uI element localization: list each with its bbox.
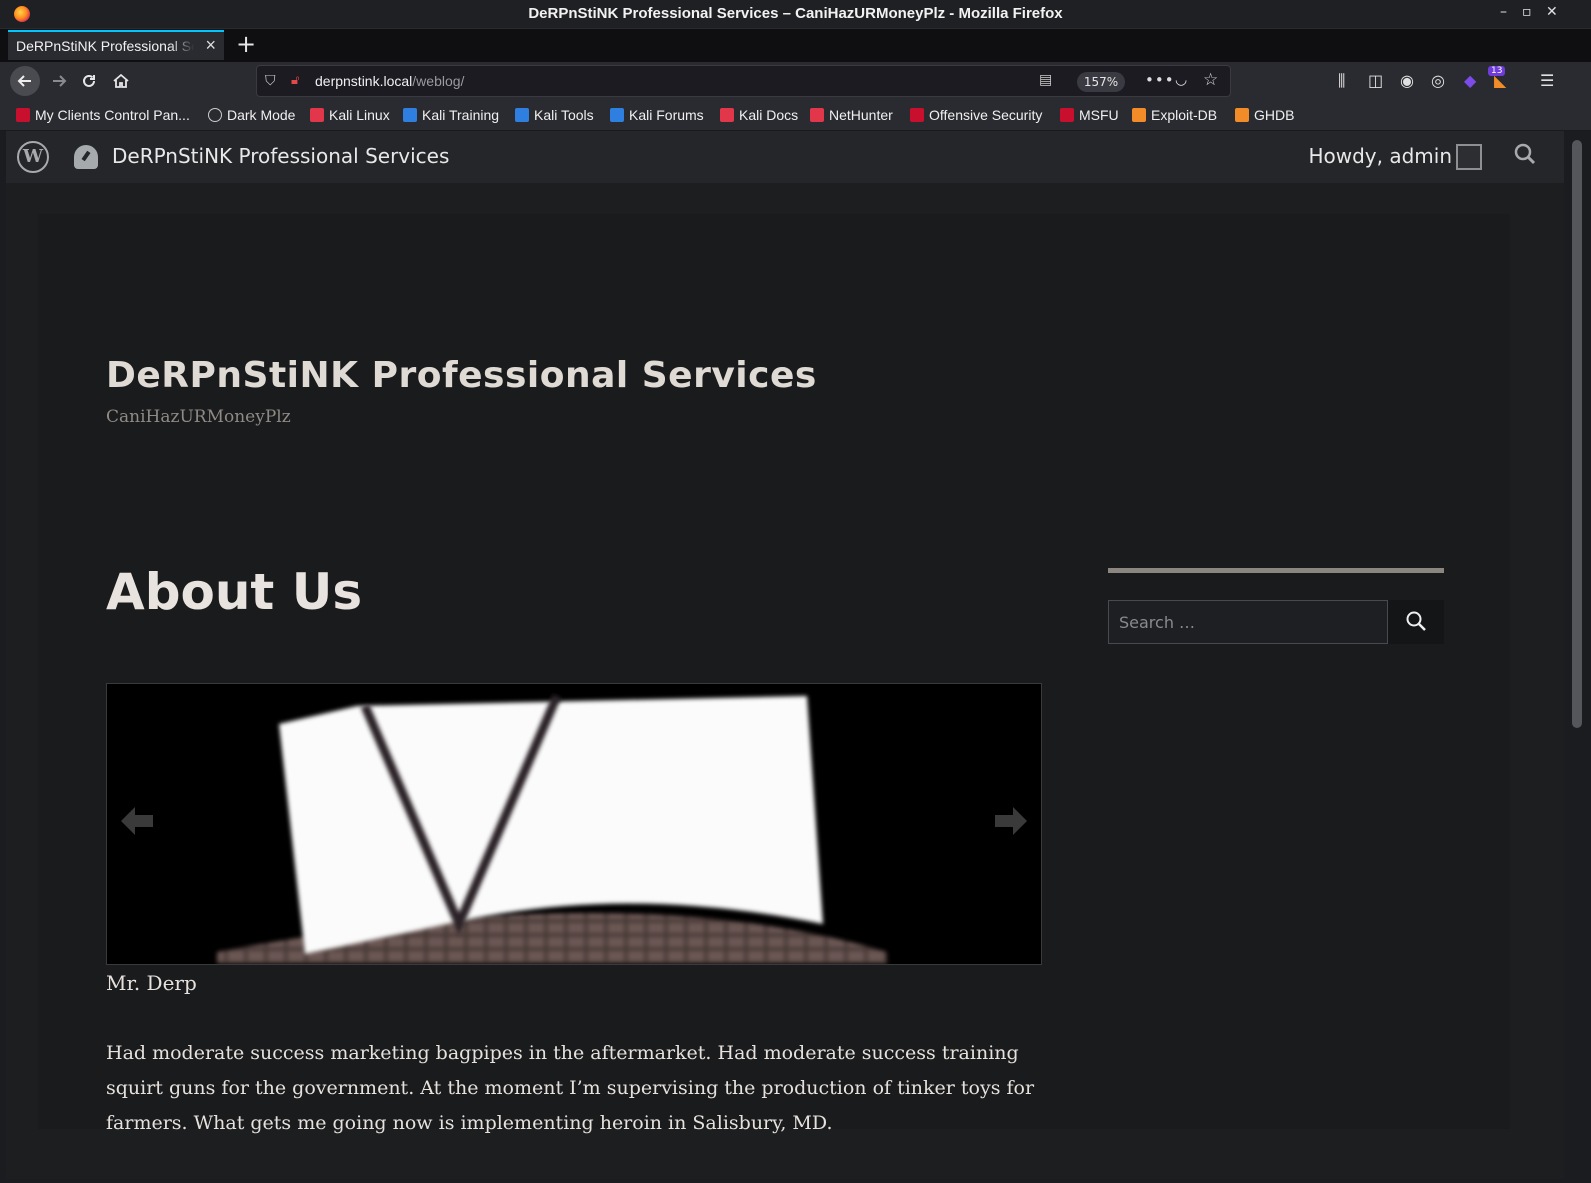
bookmark-item[interactable]: Kali Linux [310,107,390,123]
back-button[interactable] [10,66,40,96]
minimize-button[interactable]: – [1500,4,1507,20]
forward-button[interactable] [44,66,74,96]
avatar[interactable] [1456,144,1482,170]
bookmark-item[interactable]: Kali Tools [515,107,594,123]
url-text[interactable]: derpnstink.local/weblog/ [315,73,464,89]
reader-view-icon[interactable]: ▤ [1039,72,1052,88]
bookmark-item[interactable]: Kali Training [403,107,499,123]
bookmark-item[interactable]: My Clients Control Pan... [16,107,190,123]
tab-strip: DeRPnStiNK Professional Services – CaniH… [0,29,1591,62]
slider-next-arrow-icon[interactable] [991,801,1031,841]
page-actions-more-icon[interactable]: ••• [1145,71,1175,89]
new-tab-button[interactable]: + [236,30,256,58]
url-bar[interactable]: ⛉ 🔓︎ derpnstink.local/weblog/ ▤ 157% •••… [256,65,1231,97]
navigation-toolbar: ⛉ 🔓︎ derpnstink.local/weblog/ ▤ 157% •••… [0,62,1591,100]
page-body-text: Had moderate success marketing bagpipes … [106,1042,1035,1134]
red-flag-icon [910,108,924,122]
bookmark-label: Kali Forums [629,107,704,123]
page-viewport: W DeRPnStiNK Professional Services Howdy… [6,131,1564,1179]
sidebar-search-button[interactable] [1388,600,1444,644]
sidebar-widget-divider [1108,568,1444,573]
slide-image [107,684,1041,964]
bookmark-item[interactable]: Exploit-DB [1132,107,1217,123]
kali-icon [403,108,417,122]
window-title: DeRPnStiNK Professional Services – CaniH… [528,5,1063,22]
bookmark-label: MSFU [1079,107,1119,123]
account-icon[interactable]: ◉ [1400,71,1414,90]
bookmark-label: Kali Docs [739,107,799,123]
admin-search-icon[interactable] [1514,143,1536,165]
bookmark-star-icon[interactable]: ☆ [1203,70,1218,90]
exploitdb-icon [1132,108,1146,122]
library-icon[interactable]: ⫼ [1338,71,1345,91]
bookmark-item[interactable]: Kali Docs [720,107,798,123]
maximize-button[interactable]: ▫ [1522,4,1532,20]
kali-docs-icon [720,108,734,122]
site-tagline: CaniHazURMoneyPlz [106,407,291,427]
red-flag-icon [1060,108,1074,122]
bookmark-label: NetHunter [829,107,893,123]
admin-bar-site-name[interactable]: DeRPnStiNK Professional Services [112,144,449,168]
sidebar-search-input[interactable] [1108,600,1388,644]
red-flag-icon [16,108,30,122]
bookmark-item[interactable]: Dark Mode [208,107,295,123]
bookmark-label: My Clients Control Pan... [35,107,190,123]
wordpress-logo-icon[interactable]: W [17,141,49,173]
arrow-left-icon [17,75,31,87]
bookmark-item[interactable]: Kali Forums [610,107,704,123]
arrow-right-icon [53,75,67,87]
bookmark-label: Dark Mode [227,107,296,123]
hamburger-menu-icon[interactable]: ☰ [1540,71,1554,90]
window-titlebar: DeRPnStiNK Professional Services – CaniH… [0,0,1591,29]
pocket-icon[interactable]: ◡ [1175,72,1187,88]
url-host: derpnstink.local [315,73,413,89]
tracking-shield-icon[interactable]: ⛉ [265,73,276,89]
bookmark-label: Kali Linux [329,107,390,123]
dashboard-gauge-icon[interactable] [74,145,98,169]
bookmark-item[interactable]: Offensive Security [910,107,1042,123]
bookmark-label: Kali Tools [534,107,594,123]
page-title: About Us [106,563,363,621]
image-slider [106,683,1042,965]
url-path: /weblog/ [412,73,465,89]
extension-purple-icon[interactable]: ◆ [1464,71,1476,90]
wp-admin-bar: W DeRPnStiNK Professional Services Howdy… [6,131,1564,183]
slide-caption: Mr. Derp [106,971,197,995]
close-window-button[interactable]: ✕ [1546,4,1558,20]
window-bottom-edge [0,1179,1591,1183]
insecure-lock-icon[interactable]: 🔓︎ [291,73,299,88]
bookmark-item[interactable]: MSFU [1060,107,1119,123]
globe-icon [208,108,222,122]
slider-prev-arrow-icon[interactable] [117,801,157,841]
bookmark-item[interactable]: NetHunter [810,107,893,123]
search-icon [1406,611,1426,631]
home-icon [113,73,129,88]
bookmark-label: Exploit-DB [1151,107,1218,123]
bookmark-label: GHDB [1254,107,1295,123]
tab-label: DeRPnStiNK Professional Services – CaniH… [16,38,194,54]
kali-icon [610,108,624,122]
site-content: DeRPnStiNK Professional Services CaniHaz… [38,214,1510,1134]
kali-icon [310,108,324,122]
tab-active[interactable]: DeRPnStiNK Professional Services – CaniH… [8,30,224,60]
zoom-indicator[interactable]: 157% [1077,72,1125,92]
sidebar-icon[interactable]: ◫ [1368,71,1383,90]
extension-mask-icon[interactable]: ◎ [1431,71,1445,90]
exploitdb-icon [1235,108,1249,122]
kali-icon [515,108,529,122]
site-title[interactable]: DeRPnStiNK Professional Services [106,355,817,396]
kali-icon [810,108,824,122]
reload-icon [83,74,95,87]
home-button[interactable] [106,66,136,96]
bookmark-label: Offensive Security [929,107,1043,123]
bookmark-item[interactable]: GHDB [1235,107,1294,123]
extension-badge: 13 [1488,66,1506,76]
bookmarks-toolbar: My Clients Control Pan... Dark Mode Kali L… [0,100,1591,131]
bookmark-label: Kali Training [422,107,500,123]
tab-close-icon[interactable]: × [205,35,216,56]
reload-button[interactable] [74,66,104,96]
admin-bar-howdy[interactable]: Howdy, admin [1308,144,1452,168]
scrollbar-thumb[interactable] [1572,140,1582,728]
